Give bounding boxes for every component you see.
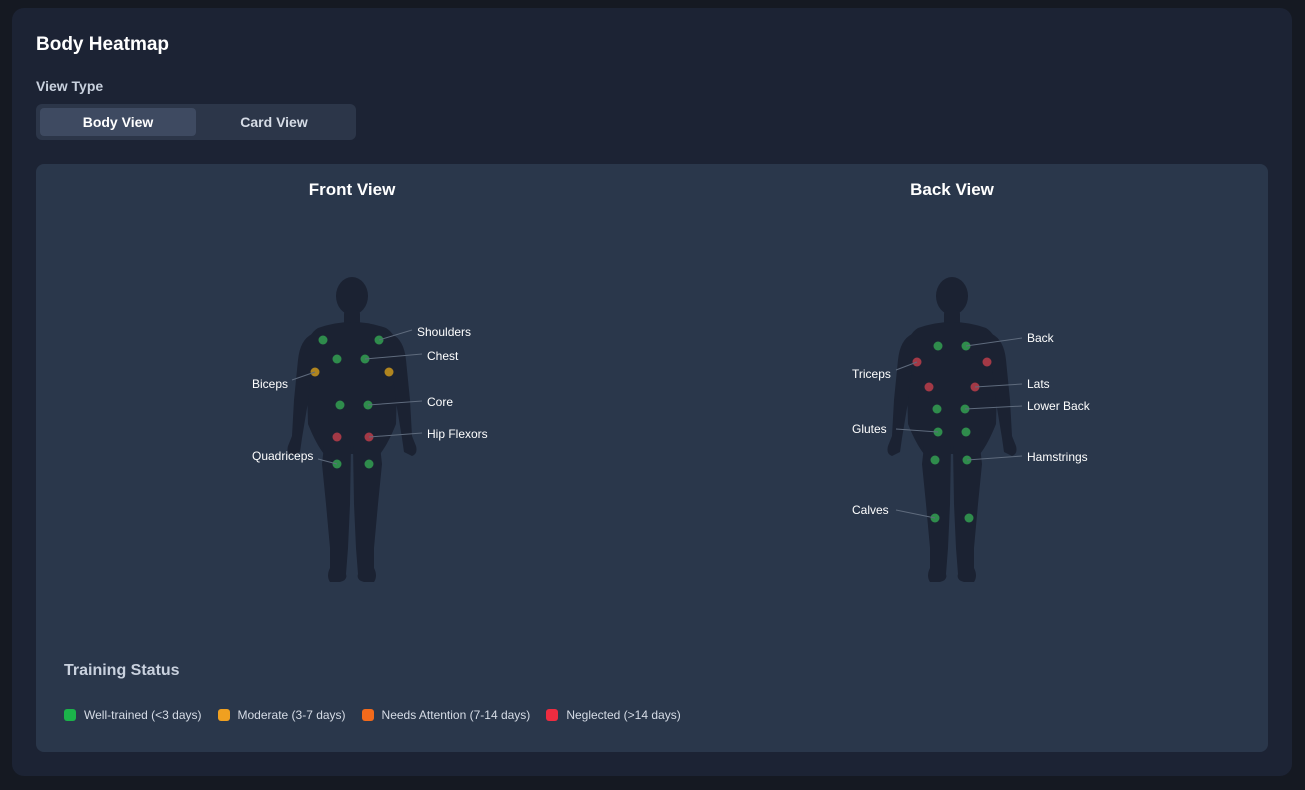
label-calves: Calves	[852, 503, 889, 517]
view-type-toggle: Body View Card View	[36, 104, 356, 140]
back-lower-back-left-dot[interactable]	[932, 404, 942, 414]
label-hip-flexors: Hip Flexors	[427, 427, 488, 441]
legend-item-moderate: Moderate (3-7 days)	[217, 708, 346, 722]
training-status-legend: Well-trained (<3 days) Moderate (3-7 day…	[64, 708, 681, 722]
legend-label: Needs Attention (7-14 days)	[381, 708, 531, 722]
front-quadriceps-right-dot[interactable]	[364, 459, 374, 469]
label-glutes: Glutes	[852, 422, 887, 436]
legend-item-neglected: Neglected (>14 days)	[546, 708, 681, 722]
label-core: Core	[427, 395, 453, 409]
body-heatmap-card: Body Heatmap View Type Body View Card Vi…	[12, 8, 1292, 776]
front-hip-flexors-left-dot[interactable]	[332, 432, 342, 442]
heatmap-panel: Front View Back View Shoulders Chest Bic…	[36, 164, 1268, 752]
front-biceps-right-dot[interactable]	[384, 367, 394, 377]
front-chest-left-dot[interactable]	[332, 354, 342, 364]
back-lats-left-dot[interactable]	[924, 382, 934, 392]
legend-item-well-trained: Well-trained (<3 days)	[64, 708, 202, 722]
front-silhouette	[287, 277, 417, 582]
label-biceps: Biceps	[252, 377, 288, 391]
legend-label: Well-trained (<3 days)	[84, 708, 202, 722]
back-triceps-right-dot[interactable]	[982, 357, 992, 367]
front-core-left-dot[interactable]	[335, 400, 345, 410]
label-shoulders: Shoulders	[417, 325, 471, 339]
label-chest: Chest	[427, 349, 459, 363]
front-shoulders-left-dot[interactable]	[318, 335, 328, 345]
page-title: Body Heatmap	[36, 34, 170, 55]
neglected-swatch	[546, 709, 559, 721]
body-view-button[interactable]: Body View	[40, 108, 196, 136]
label-quadriceps: Quadriceps	[252, 449, 313, 463]
label-lats: Lats	[1027, 377, 1050, 391]
legend-item-needs-attention: Needs Attention (7-14 days)	[361, 708, 531, 722]
back-back-left-dot[interactable]	[933, 341, 943, 351]
back-hamstrings-left-dot[interactable]	[930, 455, 940, 465]
label-lower-back: Lower Back	[1027, 399, 1091, 413]
well-trained-swatch	[64, 709, 76, 721]
back-glutes-right-dot[interactable]	[961, 427, 971, 437]
label-triceps: Triceps	[852, 367, 891, 381]
view-type-label: View Type	[36, 78, 104, 94]
back-calves-right-dot[interactable]	[964, 513, 974, 523]
needs-attention-swatch	[361, 709, 374, 721]
legend-label: Neglected (>14 days)	[566, 708, 681, 722]
legend-label: Moderate (3-7 days)	[237, 708, 346, 722]
label-hamstrings: Hamstrings	[1027, 450, 1088, 464]
label-back: Back	[1027, 331, 1055, 345]
legend-title: Training Status	[64, 662, 180, 679]
card-view-button[interactable]: Card View	[196, 108, 352, 136]
moderate-swatch	[217, 709, 230, 721]
body-diagram: Shoulders Chest Biceps Core Hip Flexors …	[252, 277, 1091, 582]
